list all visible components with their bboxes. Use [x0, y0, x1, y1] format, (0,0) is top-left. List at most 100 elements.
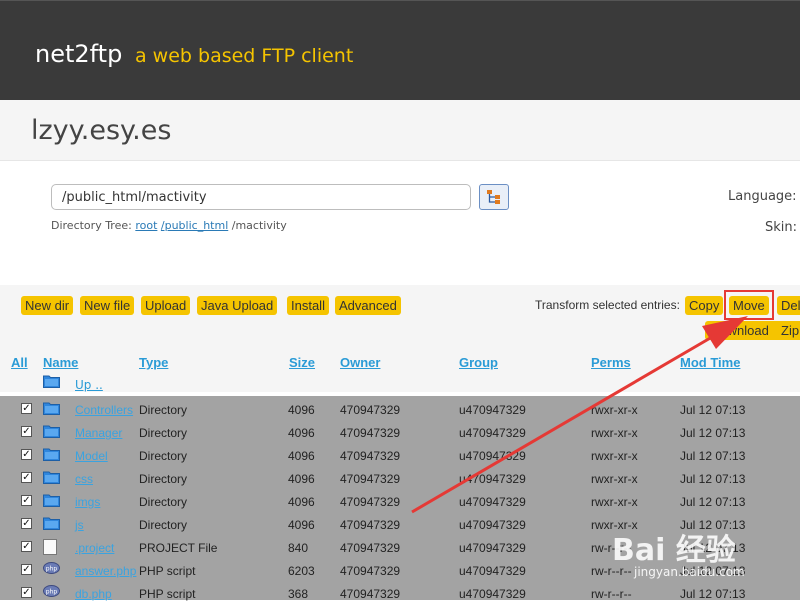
file-perms: rwxr-xr-x [591, 472, 638, 486]
column-name[interactable]: Name [43, 355, 78, 370]
directory-path-input[interactable] [51, 184, 471, 210]
file-type: PHP script [139, 564, 196, 578]
file-perms: rwxr-xr-x [591, 449, 638, 463]
file-size: 840 [288, 541, 309, 555]
baidu-watermark: Bai 经验 [612, 533, 736, 568]
delete-button[interactable]: Del [777, 296, 800, 315]
new-dir-button[interactable]: New dir [21, 296, 74, 315]
file-size: 6203 [288, 564, 315, 578]
folder-icon [43, 470, 60, 487]
advanced-button[interactable]: Advanced [335, 296, 401, 315]
table-row[interactable]: ✓ Controllers Directory 4096 470947329 u47094… [0, 398, 800, 421]
row-checkbox[interactable]: ✓ [21, 564, 32, 575]
column-size[interactable]: Size [289, 355, 315, 370]
file-type: Directory [139, 518, 188, 532]
row-checkbox[interactable]: ✓ [21, 495, 32, 506]
column-mod-time[interactable]: Mod Time [680, 355, 740, 370]
tree-current-dir: /mactivity [231, 219, 287, 232]
file-name-link[interactable]: css [75, 472, 93, 486]
folder-icon [43, 424, 60, 441]
file-mod-time: Jul 12 07:13 [680, 426, 746, 440]
file-group: u470947329 [459, 541, 526, 555]
file-type: PROJECT File [139, 541, 218, 555]
row-checkbox[interactable]: ✓ [21, 449, 32, 460]
table-row[interactable]: ✓ css Directory 4096 470947329 u470947329 rwxr… [0, 467, 800, 490]
file-name-link[interactable]: db.php [75, 587, 112, 601]
file-owner: 470947329 [340, 495, 401, 509]
install-button[interactable]: Install [287, 296, 329, 315]
upload-button[interactable]: Upload [141, 296, 191, 315]
tree-label-text: Directory Tree: [51, 219, 132, 232]
column-perms[interactable]: Perms [591, 355, 631, 370]
file-owner: 470947329 [340, 541, 401, 555]
file-mod-time: Jul 12 07:13 [680, 495, 746, 509]
file-owner: 470947329 [340, 403, 401, 417]
file-type: Directory [139, 403, 188, 417]
file-perms: rwxr-xr-x [591, 426, 638, 440]
file-size: 4096 [288, 403, 315, 417]
directory-tree-breadcrumb: Directory Tree: root /public_html /macti… [51, 219, 287, 232]
file-mod-time: Jul 12 07:13 [680, 587, 746, 601]
tree-public-html-link[interactable]: /public_html [161, 219, 228, 232]
svg-text:php: php [46, 565, 58, 572]
row-checkbox[interactable]: ✓ [21, 426, 32, 437]
file-owner: 470947329 [340, 518, 401, 532]
table-row[interactable]: ✓ imgs Directory 4096 470947329 u470947329 rwx… [0, 490, 800, 513]
file-name-link[interactable]: js [75, 518, 84, 532]
file-mod-time: Jul 12 07:13 [680, 403, 746, 417]
directory-tree-button[interactable] [479, 184, 509, 210]
php-icon: php [43, 562, 60, 577]
file-size: 4096 [288, 495, 315, 509]
skin-label: Skin: [765, 220, 798, 235]
java-upload-button[interactable]: Java Upload [197, 296, 278, 315]
column-group[interactable]: Group [459, 355, 498, 370]
file-owner: 470947329 [340, 426, 401, 440]
file-group: u470947329 [459, 587, 526, 601]
row-checkbox[interactable]: ✓ [21, 403, 32, 414]
table-row[interactable]: ✓ php db.php PHP script 368 470947329 u4709473… [0, 582, 800, 605]
up-directory-link[interactable]: Up .. [75, 378, 103, 392]
copy-button[interactable]: Copy [685, 296, 724, 315]
file-name-link[interactable]: answer.php [75, 564, 136, 578]
select-all-link[interactable]: All [11, 355, 28, 370]
file-size: 368 [288, 587, 309, 601]
file-owner: 470947329 [340, 587, 401, 601]
new-file-button[interactable]: New file [80, 296, 135, 315]
table-row[interactable]: ✓ Manager Directory 4096 470947329 u470947329… [0, 421, 800, 444]
row-checkbox[interactable]: ✓ [21, 541, 32, 552]
file-size: 4096 [288, 426, 315, 440]
column-owner[interactable]: Owner [340, 355, 380, 370]
language-label: Language: [728, 189, 797, 204]
file-size: 4096 [288, 449, 315, 463]
row-checkbox[interactable]: ✓ [21, 587, 32, 598]
row-checkbox[interactable]: ✓ [21, 472, 32, 483]
file-owner: 470947329 [340, 449, 401, 463]
column-type[interactable]: Type [139, 355, 168, 370]
zip-button[interactable]: Zip [777, 321, 800, 340]
file-type: PHP script [139, 587, 196, 601]
file-owner: 470947329 [340, 564, 401, 578]
file-name-link[interactable]: .project [75, 541, 114, 555]
file-owner: 470947329 [340, 472, 401, 486]
file-group: u470947329 [459, 518, 526, 532]
file-group: u470947329 [459, 495, 526, 509]
file-mod-time: Jul 12 07:13 [680, 472, 746, 486]
hostname-title: lzyy.esy.es [31, 115, 172, 146]
file-name-link[interactable]: imgs [75, 495, 100, 509]
row-checkbox[interactable]: ✓ [21, 518, 32, 529]
file-size: 4096 [288, 472, 315, 486]
file-name-link[interactable]: Controllers [75, 403, 133, 417]
file-name-link[interactable]: Model [75, 449, 108, 463]
baidu-watermark-url: jingyan.baidu.com [634, 565, 745, 579]
file-name-link[interactable]: Manager [75, 426, 122, 440]
svg-text:php: php [46, 588, 58, 595]
file-perms: rwxr-xr-x [591, 495, 638, 509]
brand-name: net2ftp [35, 40, 123, 68]
tree-root-link[interactable]: root [135, 219, 157, 232]
folder-icon [43, 375, 60, 388]
file-type: Directory [139, 495, 188, 509]
file-group: u470947329 [459, 472, 526, 486]
table-row[interactable]: ✓ Model Directory 4096 470947329 u470947329 rw… [0, 444, 800, 467]
file-perms: rwxr-xr-x [591, 403, 638, 417]
file-size: 4096 [288, 518, 315, 532]
